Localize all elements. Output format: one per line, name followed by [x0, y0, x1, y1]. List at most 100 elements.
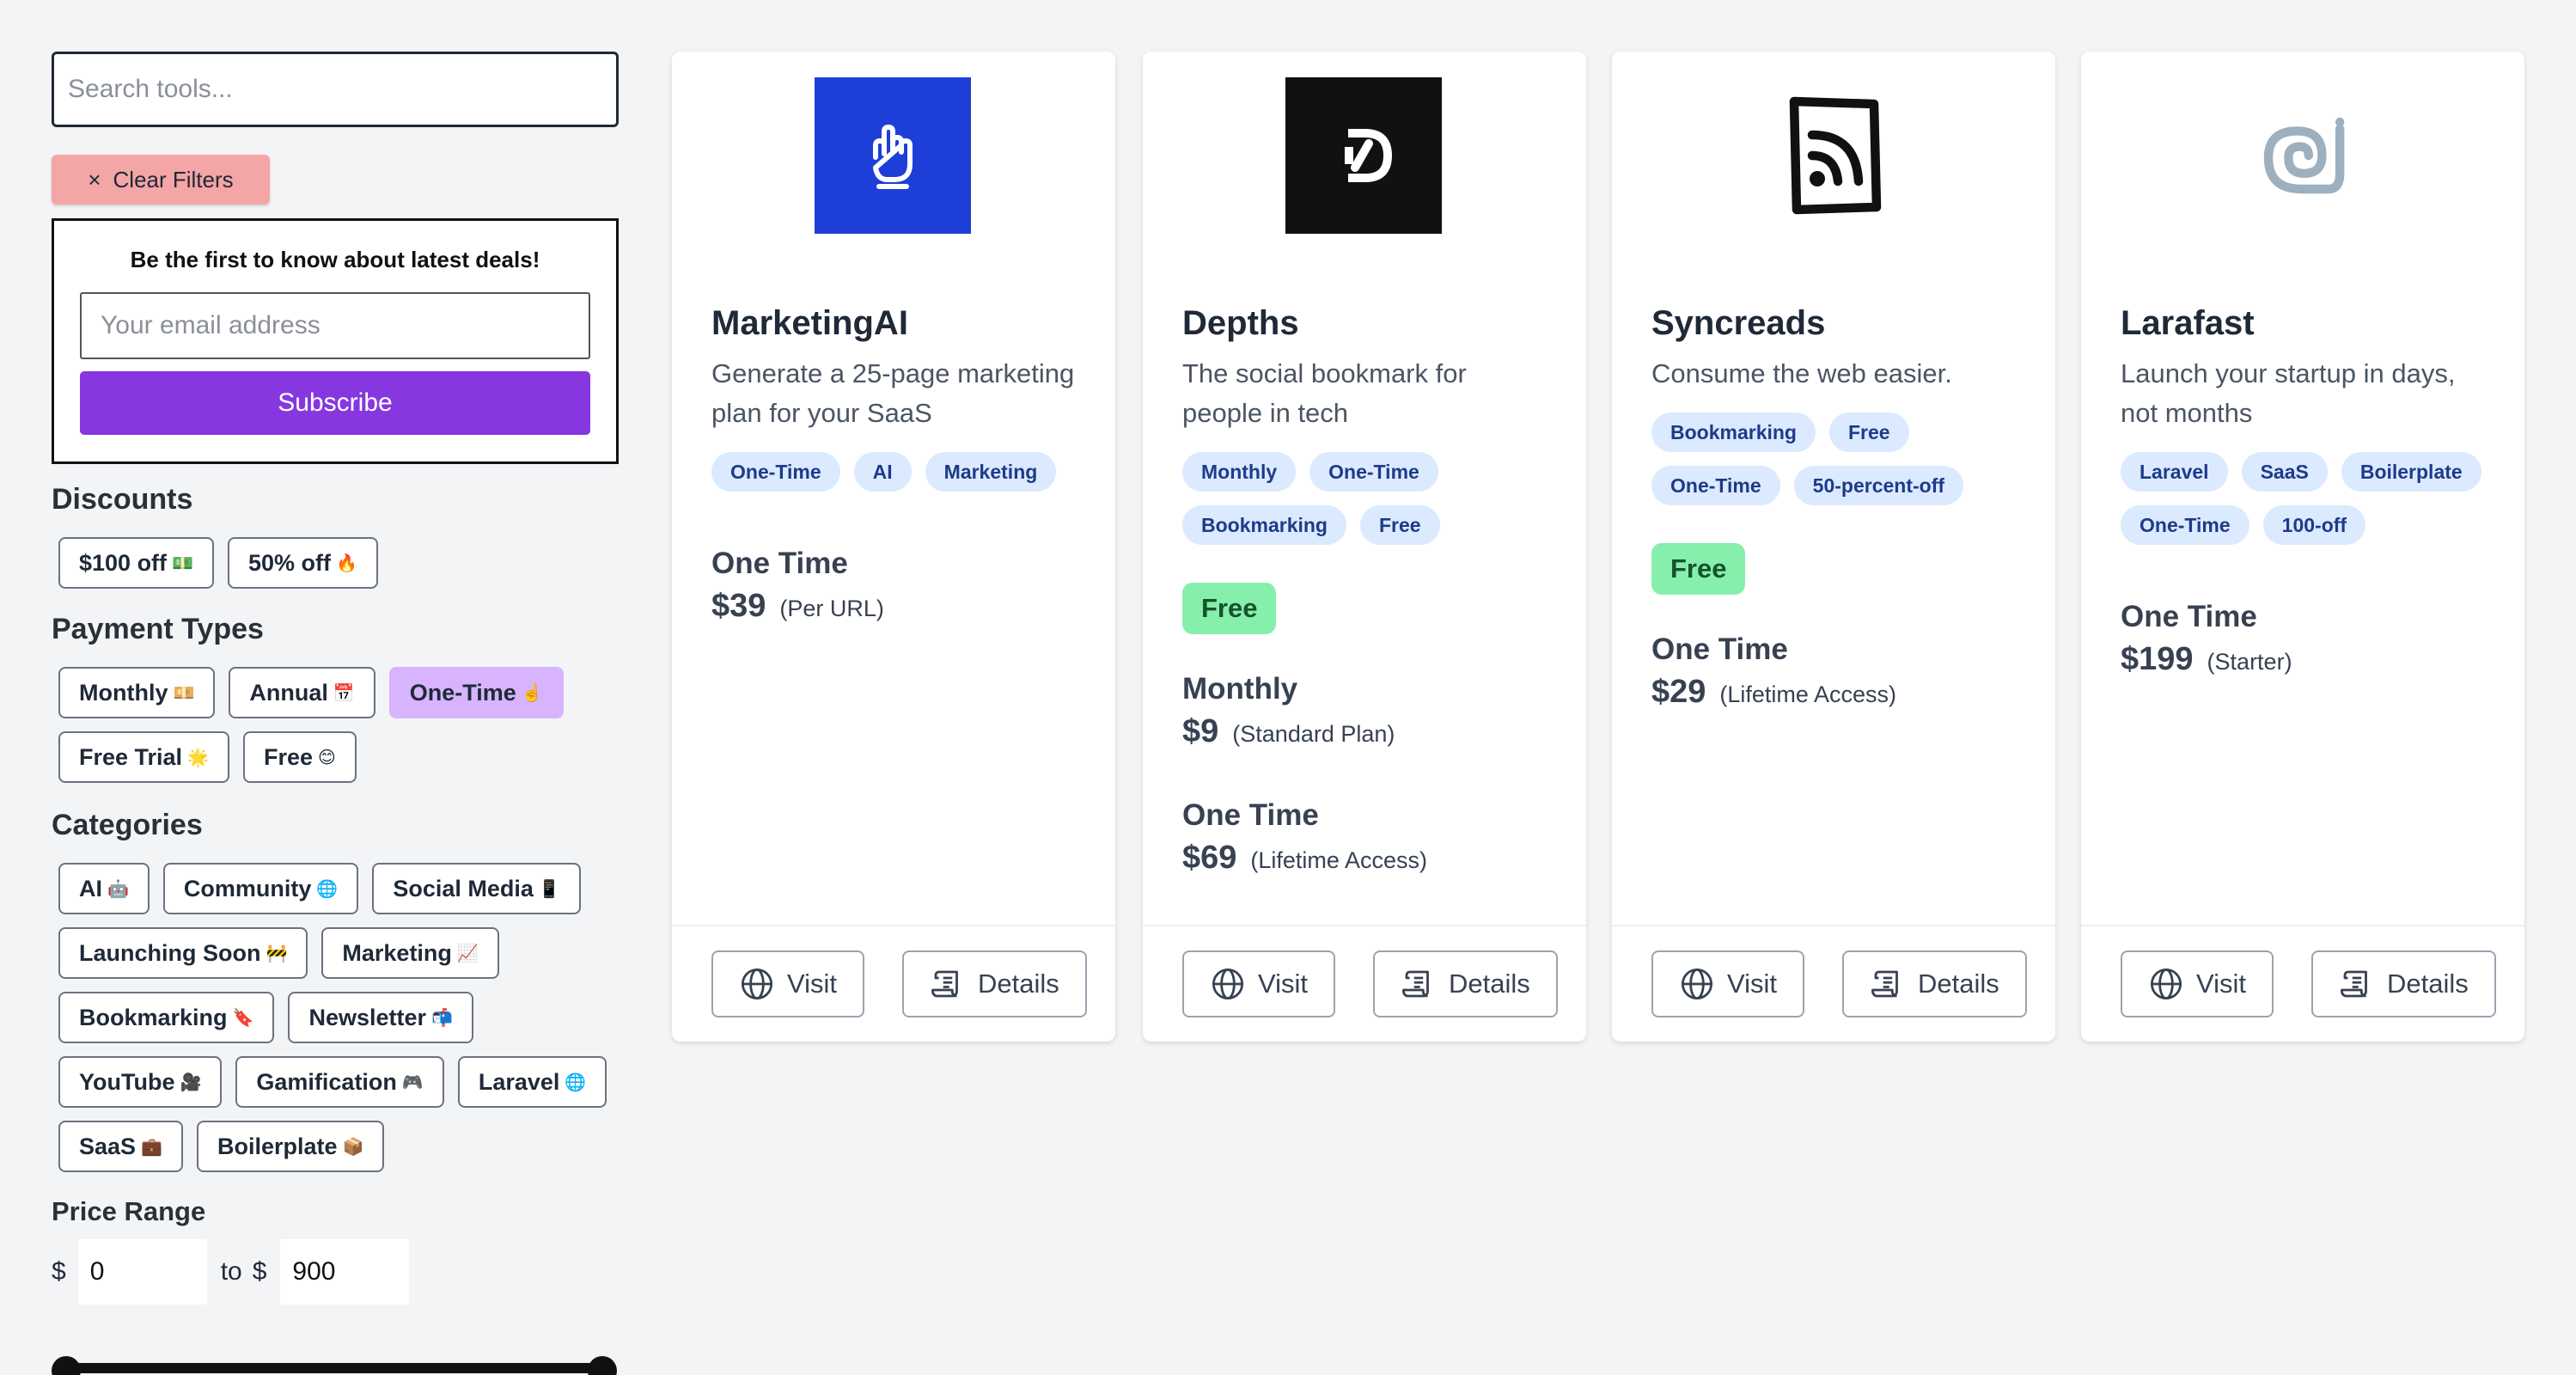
product-logo[interactable] — [1285, 77, 1442, 234]
plan-note: (Per URL) — [779, 596, 884, 621]
free-badge: Free — [1651, 543, 1746, 595]
chip-label: SaaS — [79, 1133, 137, 1159]
visit-label: Visit — [2196, 969, 2247, 999]
payment-chips: Monthly 💴 Annual 📅 One-Time ☝️ Free Trial 🌟 Free… — [52, 667, 619, 783]
chip-label: Marketing — [342, 939, 452, 966]
filter-chip-launching-soon[interactable]: Launching Soon 🚧 — [58, 927, 308, 979]
details-button[interactable]: Details — [2311, 950, 2496, 1018]
chip-label: 50% off — [247, 549, 331, 576]
filter-chip-ai[interactable]: AI 🤖 — [58, 863, 150, 914]
chip-label: Launching Soon — [79, 939, 261, 966]
category-chips: AI 🤖 Community 🌐 Social Media 📱 Launching Soon… — [52, 863, 619, 1172]
chip-label: Free — [263, 743, 314, 770]
plan-note: (Lifetime Access) — [1719, 681, 1896, 707]
chip-label: Boilerplate — [217, 1133, 338, 1159]
chip-emoji-icon: 🌐 — [565, 1072, 587, 1092]
filter-chip-bookmarking[interactable]: Bookmarking 🔖 — [58, 992, 275, 1043]
product-logo[interactable] — [1755, 77, 1911, 234]
filter-chip-marketing[interactable]: Marketing 📈 — [321, 927, 499, 979]
chip-label: Annual — [249, 679, 328, 706]
details-label: Details — [978, 969, 1059, 999]
globe-icon — [2148, 966, 2184, 1002]
visit-button[interactable]: Visit — [1182, 950, 1336, 1018]
plan-price: $69 — [1182, 840, 1237, 876]
filter-chip-newsletter[interactable]: Newsletter 📬 — [288, 992, 473, 1043]
search-input[interactable] — [52, 52, 619, 127]
details-button[interactable]: Details — [902, 950, 1087, 1018]
details-label: Details — [1449, 969, 1530, 999]
filter-chip-laravel[interactable]: Laravel 🌐 — [457, 1056, 607, 1108]
filter-chip-free[interactable]: Free 😊 — [242, 731, 357, 783]
email-field[interactable] — [80, 292, 590, 359]
visit-button[interactable]: Visit — [711, 950, 865, 1018]
tool-card-larafast: Larafast Launch your startup in days, no… — [2081, 52, 2524, 1042]
chip-emoji-icon: 📬 — [431, 1008, 453, 1028]
product-logo[interactable] — [815, 77, 971, 234]
snail-swirl-icon — [2246, 100, 2358, 211]
price-slider-max-handle[interactable] — [588, 1356, 617, 1375]
hand-gesture-icon — [850, 113, 936, 199]
tool-card-syncreads: Syncreads Consume the web easier. Bookma… — [1612, 52, 2055, 1042]
subscribe-button[interactable]: Subscribe — [80, 371, 590, 435]
tag-badge: Bookmarking — [1182, 505, 1346, 545]
filter-chip-monthly[interactable]: Monthly 💴 — [58, 667, 216, 718]
details-button[interactable]: Details — [1373, 950, 1558, 1018]
filter-chip-one-time[interactable]: One-Time ☝️ — [388, 667, 564, 718]
product-logo[interactable] — [2224, 77, 2380, 234]
filter-chip-annual[interactable]: Annual 📅 — [229, 667, 375, 718]
plan-price: $9 — [1182, 713, 1219, 749]
product-title[interactable]: Larafast — [2121, 301, 2490, 345]
min-price-input[interactable] — [77, 1239, 207, 1305]
plan-name: Monthly — [1182, 672, 1298, 706]
details-button[interactable]: Details — [1842, 950, 2027, 1018]
tag-list: One-Time AI Marketing — [711, 452, 1081, 492]
filter-chip-boilerplate[interactable]: Boilerplate 📦 — [196, 1121, 385, 1172]
pricing-plan: One Time $199 (Starter) — [2121, 596, 2490, 678]
product-title[interactable]: MarketingAI — [711, 301, 1081, 345]
tag-list: Monthly One-Time Bookmarking Free — [1182, 452, 1552, 545]
chip-label: AI — [79, 875, 102, 901]
chip-label: One-Time — [409, 679, 516, 706]
visit-button[interactable]: Visit — [2121, 950, 2274, 1018]
product-title[interactable]: Depths — [1182, 301, 1552, 345]
plan-price: $29 — [1651, 674, 1706, 710]
filter-chip-community[interactable]: Community 🌐 — [162, 863, 359, 914]
plan-name: One Time — [711, 547, 848, 580]
tag-badge: Boilerplate — [2341, 452, 2481, 492]
max-price-input[interactable] — [280, 1239, 410, 1305]
rss-document-icon — [1768, 82, 1897, 229]
details-label: Details — [2387, 969, 2469, 999]
filter-chip-social-media[interactable]: Social Media 📱 — [372, 863, 581, 914]
clear-filters-label: Clear Filters — [113, 166, 234, 192]
tag-badge: 100-off — [2262, 505, 2366, 545]
chip-label: Social Media — [393, 875, 534, 901]
price-slider-min-handle[interactable] — [52, 1356, 81, 1375]
visit-label: Visit — [1727, 969, 1778, 999]
filter-chip-gamification[interactable]: Gamification 🎮 — [235, 1056, 444, 1108]
tag-badge: Laravel — [2121, 452, 2228, 492]
product-description: Generate a 25-page marketing plan for yo… — [711, 358, 1075, 428]
newsletter-box: Be the first to know about latest deals!… — [52, 218, 619, 464]
categories-section: Categories AI 🤖 Community 🌐 Social Media 📱 Lau… — [52, 809, 619, 1172]
depths-d-icon — [1321, 113, 1407, 199]
newsletter-heading: Be the first to know about latest deals! — [130, 247, 540, 272]
visit-label: Visit — [787, 969, 838, 999]
filter-chip-50-off[interactable]: 50% off 🔥 — [227, 537, 378, 589]
free-badge: Free — [1182, 583, 1277, 634]
product-title[interactable]: Syncreads — [1651, 301, 2021, 345]
filter-chip-saas[interactable]: SaaS 💼 — [58, 1121, 183, 1172]
filter-chip--100-off[interactable]: $100 off 💵 — [58, 537, 214, 589]
filter-chip-free-trial[interactable]: Free Trial 🌟 — [58, 731, 229, 783]
chip-emoji-icon: 🎮 — [401, 1072, 424, 1092]
payment-types-title: Payment Types — [52, 613, 264, 645]
clear-filters-button[interactable]: × Clear Filters — [52, 155, 270, 205]
price-slider-track[interactable] — [60, 1363, 615, 1373]
tag-badge: One-Time — [1651, 466, 1780, 505]
chip-emoji-icon: 📱 — [538, 879, 560, 899]
chip-emoji-icon: 💼 — [141, 1137, 162, 1157]
chip-label: Bookmarking — [79, 1004, 228, 1030]
visit-button[interactable]: Visit — [1651, 950, 1805, 1018]
filter-chip-youtube[interactable]: YouTube 🎥 — [58, 1056, 223, 1108]
tag-badge: AI — [853, 452, 912, 492]
to-label: to — [220, 1257, 242, 1286]
